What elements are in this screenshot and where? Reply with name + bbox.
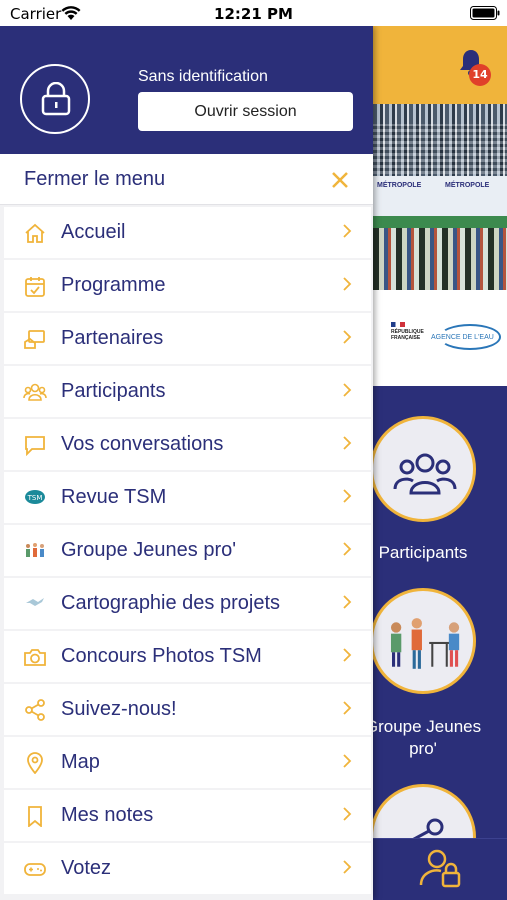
chevron-right-icon	[343, 489, 352, 503]
banner-text-right: MÉTROPOLE	[445, 182, 490, 189]
clock: 12:21 PM	[214, 5, 293, 23]
svg-text:TSM: TSM	[27, 494, 43, 502]
lock-icon	[41, 82, 71, 116]
chevron-right-icon	[343, 383, 352, 397]
drawer-header: Sans identification Ouvrir session	[0, 26, 373, 154]
republique-francaise-logo: RÉPUBLIQUE FRANÇAISE	[391, 322, 425, 352]
user-lock-icon[interactable]	[419, 849, 463, 889]
chat-icon	[25, 436, 45, 456]
close-menu-row[interactable]: Fermer le menu	[0, 154, 373, 205]
menu-list: Accueil Programme Partenaires Participan…	[4, 207, 371, 896]
menu-item-revue-tsm[interactable]: TSM Revue TSM	[4, 472, 371, 523]
people-icon	[23, 383, 47, 401]
menu-item-label: Groupe Jeunes pro'	[61, 539, 237, 561]
share-icon	[25, 699, 45, 721]
menu-item-label: Mes notes	[61, 804, 154, 826]
location-pin-icon	[27, 752, 43, 774]
menu-item-mes-notes[interactable]: Mes notes	[4, 790, 371, 841]
status-bar: Carrier 12:21 PM	[0, 0, 507, 26]
menu-item-cartographie[interactable]: Cartographie des projets	[4, 578, 371, 629]
handshake-icon	[24, 330, 45, 349]
camera-icon	[24, 649, 46, 666]
tsm-logo-icon: TSM	[25, 490, 45, 504]
menu-item-partenaires[interactable]: Partenaires	[4, 313, 371, 364]
menu-item-label: Programme	[61, 274, 166, 296]
menu-item-label: Suivez-nous!	[61, 698, 177, 720]
menu-item-groupe-jeunes-pro[interactable]: Groupe Jeunes pro'	[4, 525, 371, 576]
menu-item-votez[interactable]: Votez	[4, 843, 371, 894]
logo-left-text: RÉPUBLIQUE FRANÇAISE	[391, 329, 424, 341]
people-icon	[393, 453, 457, 495]
bookmark-icon	[28, 806, 42, 827]
jeunes-pro-card[interactable]	[373, 588, 476, 694]
chevron-right-icon	[343, 277, 352, 291]
menu-item-suivez-nous[interactable]: Suivez-nous!	[4, 684, 371, 735]
chevron-right-icon	[343, 436, 352, 450]
jeunes-pro-card-label: Groupe Jeunes pro'	[373, 717, 482, 758]
bottom-bar	[373, 838, 507, 900]
young-pro-icon	[26, 543, 44, 557]
partner-logos: RÉPUBLIQUE FRANÇAISE AGENCE DE L'EAU	[373, 290, 507, 386]
battery-icon	[470, 6, 500, 20]
home-icon	[25, 223, 45, 243]
menu-item-label: Map	[61, 751, 100, 773]
young-pro-illustration	[390, 618, 460, 669]
chevron-right-icon	[343, 701, 352, 715]
participants-card[interactable]	[373, 416, 476, 522]
participants-card-label: Participants	[378, 543, 468, 562]
menu-item-label: Votez	[61, 857, 112, 879]
chevron-right-icon	[343, 754, 352, 768]
calendar-icon	[25, 277, 45, 297]
menu-item-programme[interactable]: Programme	[4, 260, 371, 311]
side-menu-drawer: Sans identification Ouvrir session Ferme…	[0, 26, 373, 900]
menu-item-label: Partenaires	[61, 327, 164, 349]
menu-item-concours-photos[interactable]: Concours Photos TSM	[4, 631, 371, 682]
menu-item-label: Revue TSM	[61, 486, 167, 508]
close-icon[interactable]	[330, 170, 350, 190]
chevron-right-icon	[343, 595, 352, 609]
open-session-button[interactable]: Ouvrir session	[138, 92, 353, 131]
chevron-right-icon	[343, 224, 352, 238]
menu-item-conversations[interactable]: Vos conversations	[4, 419, 371, 470]
chevron-right-icon	[343, 330, 352, 344]
avatar	[20, 64, 90, 134]
menu-item-label: Concours Photos TSM	[61, 645, 262, 667]
banner-text-left: MÉTROPOLE	[377, 182, 422, 189]
menu-item-participants[interactable]: Participants	[4, 366, 371, 417]
flag-icon	[391, 322, 405, 327]
menu-item-accueil[interactable]: Accueil	[4, 207, 371, 258]
map-fold-icon	[26, 598, 44, 606]
stands-texture	[373, 124, 507, 174]
menu-item-label: Cartographie des projets	[61, 592, 281, 614]
chevron-right-icon	[343, 648, 352, 662]
crowd	[373, 228, 507, 290]
event-banner[interactable]: MÉTROPOLE MÉTROPOLE	[373, 104, 507, 290]
notification-badge: 14	[469, 64, 491, 86]
session-status: Sans identification	[138, 68, 268, 85]
chevron-right-icon	[343, 807, 352, 821]
menu-item-label: Participants	[61, 380, 166, 402]
chevron-right-icon	[343, 860, 352, 874]
background-app: 14 MÉTROPOLE MÉTROPOLE RÉPUBLIQUE FRANÇA…	[373, 0, 507, 900]
menu-item-label: Vos conversations	[61, 433, 224, 455]
chevron-right-icon	[343, 542, 352, 556]
menu-item-label: Accueil	[61, 221, 126, 243]
menu-item-map[interactable]: Map	[4, 737, 371, 788]
close-menu-label: Fermer le menu	[24, 168, 166, 190]
gamepad-icon	[24, 863, 46, 876]
logo-right-text: AGENCE DE L'EAU	[431, 334, 494, 341]
